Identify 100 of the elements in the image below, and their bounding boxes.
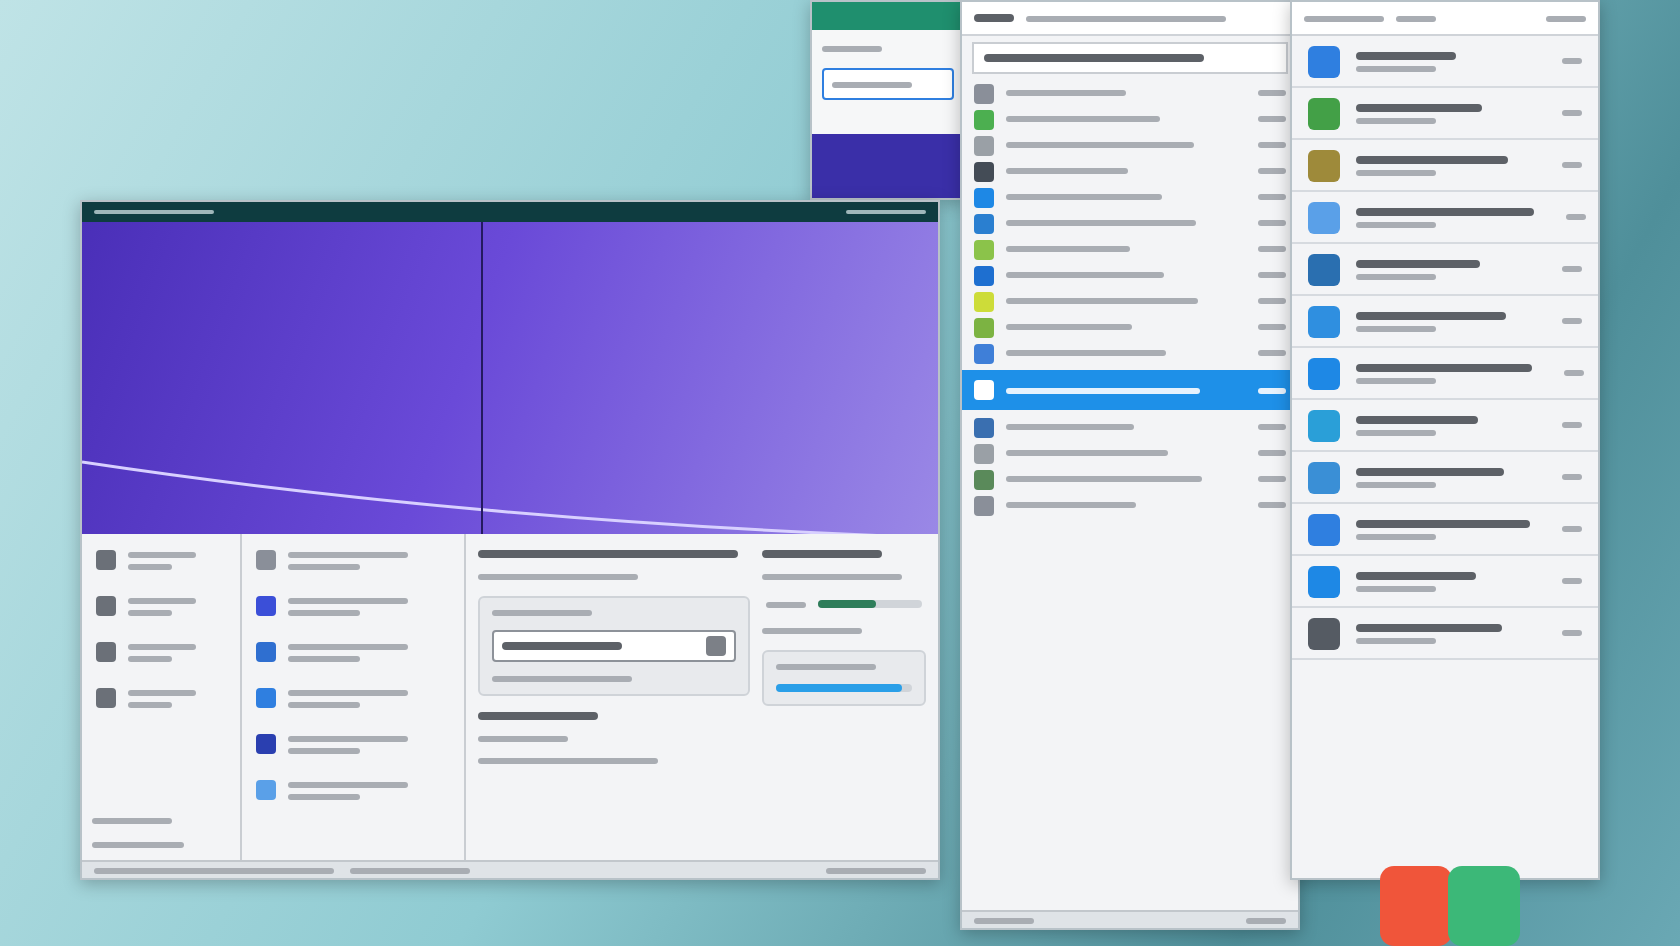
blurred-text-line bbox=[128, 563, 172, 569]
blurred-text-line bbox=[1006, 424, 1134, 430]
blurred-text-line bbox=[1258, 502, 1286, 508]
blurred-text-line bbox=[1006, 502, 1136, 508]
progress-bar bbox=[776, 684, 912, 692]
blurred-text-line bbox=[1258, 298, 1286, 304]
blurred-text-line bbox=[766, 601, 806, 607]
blurred-text-line bbox=[1356, 65, 1436, 71]
blurred-text-line bbox=[1562, 266, 1582, 272]
blurred-text-line bbox=[762, 550, 882, 558]
blurred-text-line bbox=[478, 736, 568, 742]
blurred-text-line bbox=[128, 643, 196, 649]
blurred-text-line bbox=[776, 664, 876, 670]
blurred-text-line bbox=[1258, 168, 1286, 174]
blurred-text-line bbox=[288, 701, 360, 707]
blurred-text-line bbox=[1006, 246, 1130, 252]
blurred-text-line bbox=[288, 689, 408, 695]
blurred-text-line bbox=[1564, 370, 1584, 376]
blurred-text-line bbox=[288, 793, 360, 799]
blurred-text-line bbox=[1562, 526, 1582, 532]
blurred-text-line bbox=[288, 781, 408, 787]
blurred-text-line bbox=[1258, 424, 1286, 430]
blurred-text-line bbox=[832, 81, 912, 87]
blurred-text-line bbox=[1356, 481, 1436, 487]
blurred-text-line bbox=[1546, 15, 1586, 21]
blurred-text-line bbox=[288, 563, 360, 569]
blurred-text-line bbox=[1258, 272, 1286, 278]
blurred-text-line bbox=[1562, 474, 1582, 480]
blurred-text-line bbox=[1006, 90, 1126, 96]
blurred-text-line bbox=[1006, 324, 1132, 330]
blurred-text-line bbox=[1258, 387, 1286, 393]
blurred-text-line bbox=[1356, 533, 1436, 539]
blurred-text-line bbox=[1356, 259, 1480, 267]
blurred-text-line bbox=[288, 655, 360, 661]
blurred-text-line bbox=[1356, 429, 1436, 435]
blurred-text-line bbox=[1356, 103, 1482, 111]
blurred-text-line bbox=[1258, 476, 1286, 482]
blurred-text-line bbox=[128, 609, 172, 615]
blurred-text-line bbox=[822, 46, 882, 52]
blurred-text-line bbox=[1356, 221, 1436, 227]
blurred-text-line bbox=[1006, 168, 1128, 174]
blurred-text-line bbox=[846, 210, 926, 214]
blurred-text-line bbox=[128, 551, 196, 557]
blurred-text-line bbox=[350, 867, 470, 873]
blurred-text-line bbox=[1396, 15, 1436, 21]
blurred-text-line bbox=[128, 655, 172, 661]
blurred-text-line bbox=[1356, 169, 1436, 175]
blurred-text-line bbox=[1258, 246, 1286, 252]
blurred-text-line bbox=[1562, 630, 1582, 636]
blurred-text-line bbox=[762, 574, 902, 580]
blurred-text-line bbox=[1356, 571, 1476, 579]
blurred-text-line bbox=[288, 609, 360, 615]
blurred-text-line bbox=[1562, 110, 1582, 116]
blurred-text-line bbox=[128, 597, 196, 603]
blurred-text-line bbox=[288, 735, 408, 741]
blurred-text-line bbox=[1258, 90, 1286, 96]
blurred-text-line bbox=[1356, 117, 1436, 123]
blurred-text-line bbox=[94, 210, 214, 214]
blurred-text-line bbox=[1356, 585, 1436, 591]
input-field[interactable] bbox=[492, 630, 736, 662]
blurred-text-line bbox=[288, 643, 408, 649]
blurred-text-line bbox=[1304, 15, 1384, 21]
blurred-text-line bbox=[1258, 450, 1286, 456]
blurred-text-line bbox=[1562, 318, 1582, 324]
blurred-text-line bbox=[92, 818, 172, 824]
blurred-text-line bbox=[1258, 220, 1286, 226]
blurred-text-line bbox=[1246, 917, 1286, 923]
blurred-text-line bbox=[974, 917, 1034, 923]
blurred-text-line bbox=[1258, 324, 1286, 330]
blurred-text-line bbox=[1356, 51, 1456, 59]
blurred-text-line bbox=[1258, 350, 1286, 356]
blurred-text-line bbox=[1356, 637, 1436, 643]
blurred-text-line bbox=[1356, 273, 1436, 279]
address-field[interactable] bbox=[972, 42, 1288, 74]
blurred-text-line bbox=[1258, 116, 1286, 122]
blurred-text-line bbox=[502, 642, 622, 650]
blurred-text-line bbox=[1356, 325, 1436, 331]
blurred-text-line bbox=[1356, 415, 1478, 423]
blurred-text-line bbox=[1566, 214, 1586, 220]
blurred-text-line bbox=[1562, 422, 1582, 428]
input-field[interactable] bbox=[822, 68, 954, 100]
slider[interactable] bbox=[818, 600, 922, 608]
blurred-text-line bbox=[826, 867, 926, 873]
blurred-text-line bbox=[1562, 162, 1582, 168]
blurred-text-line bbox=[288, 747, 360, 753]
blurred-text-line bbox=[478, 712, 598, 720]
blurred-text-line bbox=[492, 610, 592, 616]
blurred-text-line bbox=[762, 628, 862, 634]
blurred-text-line bbox=[92, 842, 184, 848]
blurred-text-line bbox=[974, 14, 1014, 22]
blurred-text-line bbox=[1258, 142, 1286, 148]
blurred-text-line bbox=[1562, 578, 1582, 584]
blurred-text-line bbox=[1258, 194, 1286, 200]
blurred-text-line bbox=[128, 701, 172, 707]
blurred-text-line bbox=[128, 689, 196, 695]
blurred-text-line bbox=[288, 597, 408, 603]
blurred-text-line bbox=[1356, 377, 1436, 383]
logo-drawing bbox=[1380, 866, 1524, 946]
blurred-text-line bbox=[492, 676, 632, 682]
blurred-text-line bbox=[1562, 58, 1582, 64]
